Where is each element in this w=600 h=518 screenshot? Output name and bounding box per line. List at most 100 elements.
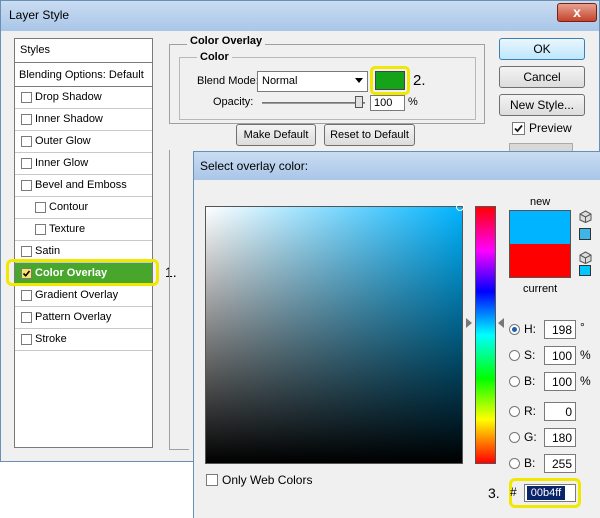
s-label: S: xyxy=(524,348,536,362)
hue-slider-left-arrow[interactable] xyxy=(466,318,472,328)
b-radio[interactable] xyxy=(509,376,520,387)
style-item-bevel-and-emboss[interactable]: Bevel and Emboss xyxy=(15,175,152,197)
cancel-button[interactable]: Cancel xyxy=(499,66,585,88)
h-unit: ° xyxy=(580,320,585,334)
style-item-checkbox[interactable] xyxy=(21,312,32,323)
chevron-down-icon xyxy=(355,78,363,83)
r-input[interactable]: 0 xyxy=(544,402,576,421)
hex-value[interactable]: 00b4ff xyxy=(527,486,565,500)
styles-header[interactable]: Styles xyxy=(15,39,152,63)
style-item-checkbox[interactable] xyxy=(21,158,32,169)
style-item-label: Outer Glow xyxy=(35,135,91,147)
check-icon xyxy=(514,124,523,133)
r-label: R: xyxy=(524,404,536,418)
color-field-marker[interactable] xyxy=(456,203,464,211)
s-unit: % xyxy=(580,348,591,362)
s-input[interactable]: 100 xyxy=(544,346,576,365)
h-label: H: xyxy=(524,322,536,336)
opacity-slider-thumb[interactable] xyxy=(355,96,363,108)
style-item-contour[interactable]: Contour xyxy=(15,197,152,219)
r-radio[interactable] xyxy=(509,406,520,417)
color-field[interactable] xyxy=(205,206,463,464)
color-picker-title: Select overlay color: xyxy=(200,159,309,173)
preview-checkbox[interactable] xyxy=(512,122,525,135)
annotation-step-2: 2. xyxy=(413,72,426,89)
blend-mode-label: Blend Mode: xyxy=(197,75,259,87)
style-item-gradient-overlay[interactable]: Gradient Overlay xyxy=(15,285,152,307)
style-item-inner-glow[interactable]: Inner Glow xyxy=(15,153,152,175)
style-item-checkbox[interactable] xyxy=(21,92,32,103)
color-overlay-title: Color Overlay xyxy=(187,35,266,47)
style-item-drop-shadow[interactable]: Drop Shadow xyxy=(15,87,152,109)
out-of-gamut-swatch[interactable] xyxy=(579,228,591,240)
reset-default-button[interactable]: Reset to Default xyxy=(324,124,415,146)
style-item-checkbox[interactable] xyxy=(21,136,32,147)
preview-label: Preview xyxy=(529,121,572,135)
style-item-label: Inner Glow xyxy=(35,157,89,169)
highlight-color-overlay xyxy=(6,259,159,286)
style-item-label: Satin xyxy=(35,245,61,257)
h-input[interactable]: 198 xyxy=(544,320,576,339)
style-item-checkbox[interactable] xyxy=(35,202,46,213)
h-radio[interactable] xyxy=(509,324,520,335)
opacity-input[interactable]: 100 xyxy=(370,95,405,111)
style-item-label: Pattern Overlay xyxy=(35,311,112,323)
title-bar: Layer Style x xyxy=(1,1,599,31)
style-item-inner-shadow[interactable]: Inner Shadow xyxy=(15,109,152,131)
style-item-checkbox[interactable] xyxy=(21,334,32,345)
new-style-button[interactable]: New Style... xyxy=(499,94,585,116)
s-radio[interactable] xyxy=(509,350,520,361)
style-item-checkbox[interactable] xyxy=(21,180,32,191)
opacity-label: Opacity: xyxy=(213,96,254,108)
blending-options-item[interactable]: Blending Options: Default xyxy=(15,63,152,87)
hue-slider-right-arrow[interactable] xyxy=(498,318,504,328)
b-input[interactable]: 100 xyxy=(544,372,576,391)
web-safe-swatch[interactable] xyxy=(579,265,591,276)
only-web-colors-checkbox[interactable] xyxy=(206,474,218,486)
style-item-label: Inner Shadow xyxy=(35,113,103,125)
only-web-colors-label: Only Web Colors xyxy=(222,473,313,487)
styles-list: Styles Blending Options: Default Drop Sh… xyxy=(14,38,153,448)
make-default-button[interactable]: Make Default xyxy=(236,124,316,146)
group-frame xyxy=(169,150,189,450)
style-item-label: Contour xyxy=(49,201,89,213)
style-item-checkbox[interactable] xyxy=(21,290,32,301)
g-input[interactable]: 180 xyxy=(544,428,576,447)
blue-input[interactable]: 255 xyxy=(544,454,576,473)
style-item-checkbox[interactable] xyxy=(21,246,32,257)
style-item-label: Bevel and Emboss xyxy=(35,179,127,191)
style-item-label: Stroke xyxy=(35,333,67,345)
color-picker-title-bar: Select overlay color: xyxy=(194,152,600,180)
ok-button[interactable]: OK xyxy=(499,38,585,60)
new-color-swatch xyxy=(509,210,571,244)
close-button[interactable]: x xyxy=(557,3,597,22)
hue-slider[interactable] xyxy=(475,206,496,464)
style-item-label: Texture xyxy=(49,223,86,235)
cube-icon[interactable] xyxy=(579,210,592,223)
hex-hash-label: # xyxy=(510,485,517,499)
style-item-stroke[interactable]: Stroke xyxy=(15,329,152,351)
style-item-pattern-overlay[interactable]: Pattern Overlay xyxy=(15,307,152,329)
blue-label: B: xyxy=(524,456,536,470)
g-label: G: xyxy=(524,430,537,444)
blue-radio[interactable] xyxy=(509,458,520,469)
b-label: B: xyxy=(524,374,536,388)
blend-mode-value: Normal xyxy=(262,75,298,87)
overlay-color-swatch[interactable] xyxy=(375,71,405,90)
style-item-checkbox[interactable] xyxy=(35,224,46,235)
annotation-step-3: 3. xyxy=(488,485,500,501)
style-item-label: Gradient Overlay xyxy=(35,289,119,301)
dialog-title: Layer Style xyxy=(9,8,70,22)
web-safe-cube-icon[interactable] xyxy=(579,251,592,264)
blend-mode-select[interactable]: Normal xyxy=(257,71,368,92)
g-radio[interactable] xyxy=(509,432,520,443)
current-color-swatch[interactable] xyxy=(509,244,571,278)
style-item-texture[interactable]: Texture xyxy=(15,219,152,241)
opacity-slider-track[interactable] xyxy=(262,102,365,104)
color-group-title: Color xyxy=(197,51,232,63)
b-unit: % xyxy=(580,374,591,388)
style-item-checkbox[interactable] xyxy=(21,114,32,125)
style-item-outer-glow[interactable]: Outer Glow xyxy=(15,131,152,153)
current-color-label: current xyxy=(523,283,558,295)
close-icon: x xyxy=(573,4,581,20)
